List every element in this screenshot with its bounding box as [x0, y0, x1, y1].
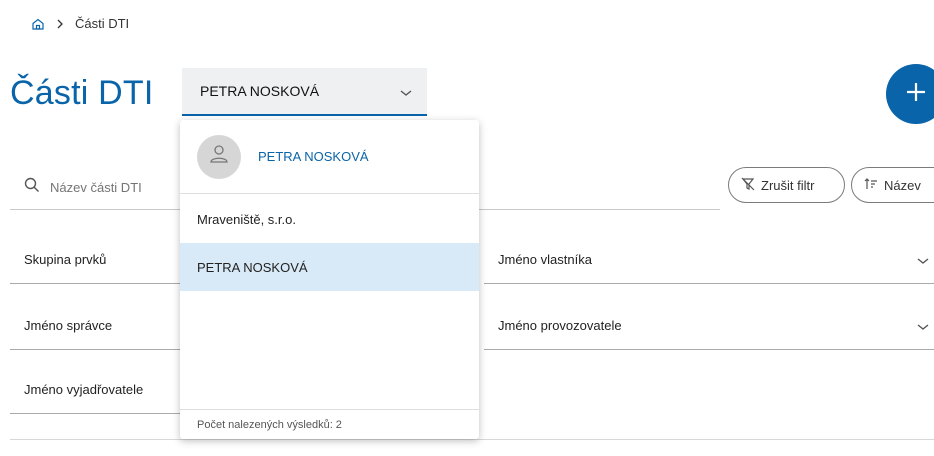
- dropdown-current-user-name: PETRA NOSKOVÁ: [258, 149, 369, 164]
- dropdown-option-label: Mraveniště, s.r.o.: [197, 211, 296, 227]
- home-icon[interactable]: [31, 17, 45, 31]
- owner-dropdown: PETRA NOSKOVÁ Mraveniště, s.r.o. PETRA N…: [180, 120, 479, 439]
- plus-icon: [905, 81, 927, 108]
- filter-operator-name[interactable]: Jméno provozovatele: [484, 302, 934, 350]
- chevron-down-icon[interactable]: [916, 254, 930, 269]
- dropdown-option-selected[interactable]: PETRA NOSKOVÁ: [180, 243, 479, 291]
- avatar: [197, 134, 241, 179]
- page-title: Části DTI: [10, 74, 154, 112]
- owner-select[interactable]: PETRA NOSKOVÁ: [182, 68, 427, 116]
- search-icon: [24, 177, 40, 198]
- filter-owner-name-label: Jméno vlastníka: [498, 252, 592, 267]
- filter-admin-name[interactable]: Jméno správce: [10, 302, 182, 350]
- results-count-text: Počet nalezených výsledků: 2: [197, 418, 342, 431]
- breadcrumb: Části DTI: [31, 16, 129, 31]
- filter-group[interactable]: Skupina prvků: [10, 236, 182, 284]
- filter-operator-name-label: Jméno provozovatele: [498, 318, 622, 333]
- divider: [10, 439, 934, 440]
- owner-select-value: PETRA NOSKOVÁ: [200, 83, 320, 99]
- sort-label: Název: [884, 177, 921, 193]
- filter-respondent-name-label: Jméno vyjadřovatele: [24, 382, 144, 397]
- filter-owner-name[interactable]: Jméno vlastníka: [484, 236, 934, 284]
- chevron-down-icon[interactable]: [916, 320, 930, 335]
- sort-button[interactable]: Název: [851, 167, 934, 203]
- dropdown-current-user[interactable]: PETRA NOSKOVÁ: [180, 120, 479, 194]
- dropdown-results-count: Počet nalezených výsledků: 2: [180, 409, 479, 439]
- sort-icon: [864, 177, 878, 194]
- person-icon: [208, 143, 230, 170]
- clear-filter-label: Zrušit filtr: [761, 177, 815, 193]
- chevron-right-icon: [55, 18, 65, 30]
- filter-respondent-name[interactable]: Jméno vyjadřovatele: [10, 366, 182, 414]
- clear-filter-button[interactable]: Zrušit filtr: [728, 167, 845, 203]
- filter-group-label: Skupina prvků: [24, 252, 107, 267]
- filter-admin-name-label: Jméno správce: [24, 318, 113, 333]
- chevron-down-icon[interactable]: [399, 85, 413, 103]
- breadcrumb-current: Části DTI: [75, 16, 130, 31]
- add-button[interactable]: [886, 64, 934, 124]
- filter-off-icon: [741, 177, 755, 194]
- dropdown-option[interactable]: Mraveniště, s.r.o.: [180, 195, 479, 243]
- dropdown-option-label: PETRA NOSKOVÁ: [197, 259, 308, 275]
